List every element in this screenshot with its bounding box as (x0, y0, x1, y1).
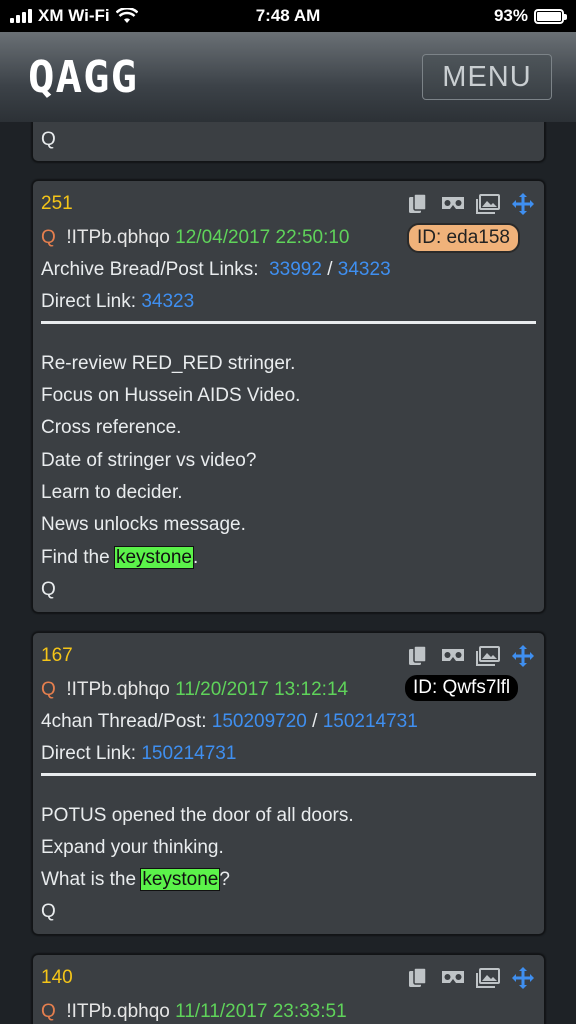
post-meta: Q !ITPb.qbhqo 11/20/2017 13:12:14 (41, 679, 348, 701)
post-text-line: Date of stringer vs video? (41, 450, 257, 471)
battery-icon (534, 8, 567, 24)
link-separator: / (327, 259, 333, 280)
post-number[interactable]: 251 (41, 193, 73, 215)
post-date: 11/20/2017 13:12:14 (175, 679, 349, 700)
images-icon[interactable] (475, 967, 501, 989)
post-text: What is the (41, 869, 142, 890)
q-label: Q (41, 1001, 56, 1022)
tripcode: !ITPb.qbhqo (66, 227, 170, 248)
battery-percent: 93% (493, 6, 528, 25)
vr-icon[interactable] (440, 967, 466, 989)
post-card: 251 Q !ITPb.qbhqo 12/04/2017 22:50:10 ID… (32, 180, 545, 613)
post-card: 167 Q !ITPb.qbhqo 11/20/2017 13:12:14 ID… (32, 632, 545, 935)
post-link[interactable]: 34323 (338, 259, 391, 280)
post-card: 140 Q !ITPb.qbhqo 11/11/2017 23:33:51 (32, 954, 545, 1024)
site-logo[interactable]: QAGG (28, 56, 138, 100)
direct-link-label: Direct Link: (41, 743, 137, 764)
post-text-line: Learn to decider. (41, 482, 183, 503)
move-icon[interactable] (510, 193, 536, 215)
thread-label: 4chan Thread/Post: (41, 711, 207, 732)
images-icon[interactable] (475, 645, 501, 667)
post-number[interactable]: 140 (41, 967, 73, 989)
post-date: 12/04/2017 22:50:10 (175, 227, 350, 248)
post-meta: Q !ITPb.qbhqo 11/11/2017 23:33:51 (41, 1001, 347, 1023)
poster-id-badge[interactable]: ID: Qwfs7lfl (405, 675, 519, 701)
q-label: Q (41, 679, 56, 700)
direct-link-label: Direct Link: (41, 291, 137, 312)
post-text: ? (219, 869, 230, 890)
vr-icon[interactable] (440, 193, 466, 215)
thread-links: 4chan Thread/Post: 150209720 / 150214731 (41, 711, 418, 733)
post-text-line: Expand your thinking. (41, 837, 224, 858)
move-icon[interactable] (510, 645, 536, 667)
poster-id-badge[interactable]: ID: eda158 (407, 223, 520, 253)
app-header: QAGG MENU (0, 32, 576, 122)
post-link[interactable]: 150214731 (323, 711, 418, 732)
images-icon[interactable] (475, 193, 501, 215)
menu-button[interactable]: MENU (422, 54, 552, 100)
clock: 7:48 AM (255, 6, 321, 25)
vr-icon[interactable] (440, 645, 466, 667)
move-icon[interactable] (510, 967, 536, 989)
direct-link-row: Direct Link: 34323 (41, 291, 194, 313)
copy-icon[interactable] (405, 193, 431, 215)
post-text-line: What is the keystone? (41, 868, 230, 891)
post-signature: Q (41, 901, 56, 922)
q-label: Q (41, 227, 56, 248)
post-date: 11/11/2017 23:33:51 (175, 1001, 347, 1022)
status-bar: XM Wi-Fi 7:48 AM 93% (0, 0, 576, 32)
post-text-line: POTUS opened the door of all doors. (41, 805, 354, 826)
post-text-line: Re-review RED_RED stringer. (41, 353, 296, 374)
highlighted-keyword: keystone (140, 868, 221, 891)
post-signature: Q (41, 579, 56, 600)
post-actions (405, 967, 536, 989)
thread-link[interactable]: 33992 (269, 259, 322, 280)
post-text-line: News unlocks message. (41, 514, 246, 535)
link-separator: / (312, 711, 318, 732)
post-actions (405, 645, 536, 667)
post-signature: Q (41, 129, 56, 150)
highlighted-keyword: keystone (113, 546, 194, 569)
copy-icon[interactable] (405, 645, 431, 667)
copy-icon[interactable] (405, 967, 431, 989)
post-number[interactable]: 167 (41, 645, 73, 667)
archive-label: Archive Bread/Post Links: (41, 259, 259, 280)
post-meta: Q !ITPb.qbhqo 12/04/2017 22:50:10 (41, 227, 350, 249)
direct-link[interactable]: 34323 (141, 291, 194, 312)
post-text: Find the (41, 547, 115, 568)
thread-link[interactable]: 150209720 (212, 711, 307, 732)
archive-links: Archive Bread/Post Links: 33992 / 34323 (41, 259, 391, 281)
tripcode: !ITPb.qbhqo (66, 1001, 170, 1022)
divider (41, 321, 536, 324)
post-text-line: Find the keystone. (41, 546, 199, 569)
direct-link-row: Direct Link: 150214731 (41, 743, 236, 765)
tripcode: !ITPb.qbhqo (66, 679, 170, 700)
post-text-line: Focus on Hussein AIDS Video. (41, 385, 301, 406)
post-text-line: Cross reference. (41, 417, 182, 438)
post-actions (405, 193, 536, 215)
divider (41, 773, 536, 776)
post-text: . (192, 547, 199, 568)
direct-link[interactable]: 150214731 (141, 743, 236, 764)
